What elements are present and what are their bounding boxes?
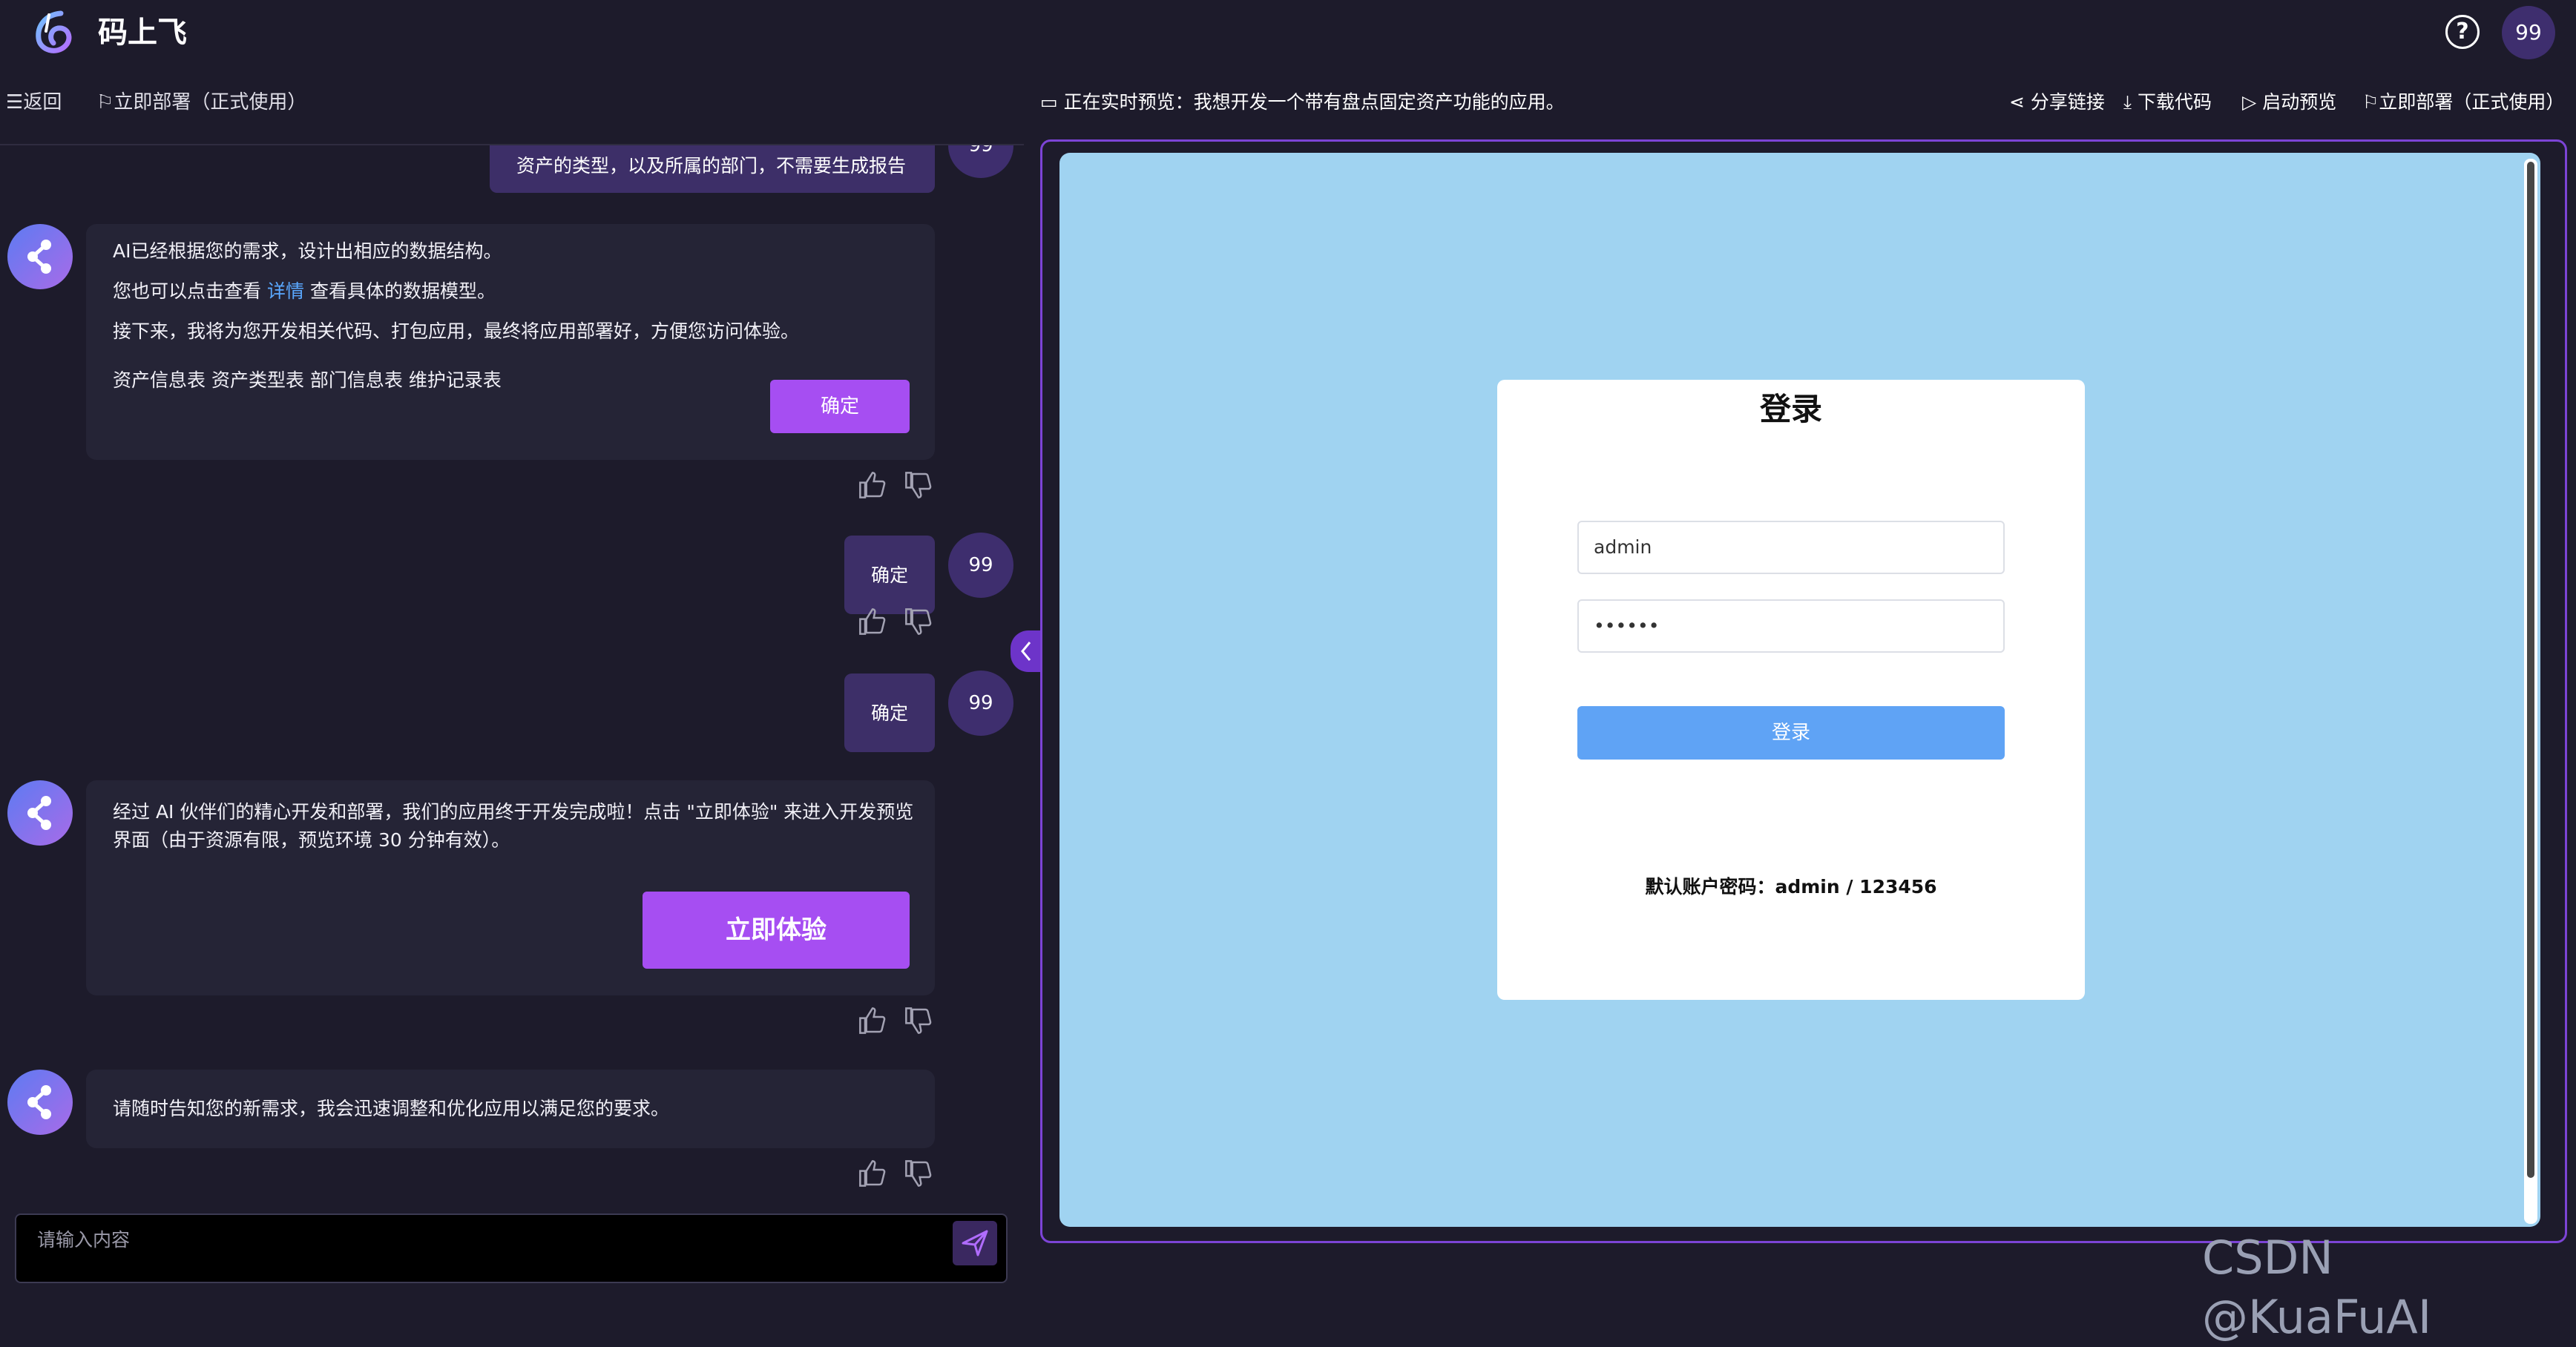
download-icon: ⤓ [2123,91,2132,113]
thumbs-up-icon[interactable] [858,1159,887,1188]
login-button[interactable]: 登录 [1577,706,2005,760]
ai-message-text: 查看具体的数据模型。 [309,280,496,302]
table-list: 资产信息表 资产类型表 部门信息表 维护记录表 [113,369,502,391]
collapse-panel-handle[interactable] [1011,630,1042,672]
share-nodes-icon [27,796,51,830]
ai-avatar [7,1070,73,1135]
ai-message: 经过 AI 伙伴们的精心开发和部署，我们的应用终于开发完成啦！点击 "立即体验"… [86,780,935,995]
share-link-label: 分享链接 [2030,91,2105,113]
flag-icon: ⚐ [96,91,114,113]
user-avatar-chat: 99 [948,533,1013,598]
user-message-text: 确定 [871,564,909,586]
app-logo-icon [36,10,72,53]
thumbs-down-icon[interactable] [904,1006,933,1035]
user-message-text: 确定 [871,702,909,724]
top-bar: 码上飞 ? 99 [0,0,2576,67]
user-avatar-chat: 99 [948,671,1013,736]
details-link[interactable]: 详情 [267,280,304,302]
confirm-button[interactable]: 确定 [770,380,910,433]
user-message: 确定 [844,674,935,752]
user-message: 资产的类型，以及所属的部门，不需要生成报告 [490,145,935,193]
help-icon[interactable]: ? [2445,15,2480,49]
input-placeholder: 请输入内容 [37,1229,131,1251]
watermark: CSDN @KuaFuAI [2202,1231,2432,1344]
ai-message-text: 您也可以点击查看 [113,280,262,302]
login-title: 登录 [1759,391,1822,427]
ai-avatar [7,780,73,846]
play-icon: ▷ [2242,91,2257,113]
menu-icon: ☰ [6,91,24,113]
download-code-label: 下载代码 [2138,91,2212,113]
launch-preview-button[interactable]: ▷ 启动预览 [2242,88,2336,117]
ai-message-text: 请随时告知您的新需求，我会迅速调整和优化应用以满足您的要求。 [113,1098,670,1119]
user-avatar-chat: 99 [948,145,1013,178]
deploy-label-left: 立即部署（正式使用） [114,91,307,113]
thumbs-down-icon[interactable] [904,1159,933,1188]
password-field[interactable]: •••••• [1577,599,2005,653]
preview-status: ▭ 正在实时预览：我想开发一个带有盘点固定资产功能的应用。 [1040,88,1565,117]
chevron-left-icon [1021,642,1031,661]
thumbs-down-icon[interactable] [904,607,933,636]
deploy-label-right: 立即部署（正式使用） [2379,91,2565,113]
ai-message: AI已经根据您的需求，设计出相应的数据结构。 您也可以点击查看 详情 查看具体的… [86,224,935,460]
chat-panel[interactable]: 资产的类型，以及所属的部门，不需要生成报告 99 AI已经根据您的需求，设计出相… [0,145,1024,1199]
ai-message-line: 您也可以点击查看 详情 查看具体的数据模型。 [113,271,496,312]
deploy-button-left[interactable]: ⚐立即部署（正式使用） [96,88,306,117]
ai-message-text: 经过 AI 伙伴们的精心开发和部署，我们的应用终于开发完成啦！点击 "立即体验"… [113,801,914,851]
thumbs-down-icon[interactable] [904,470,933,500]
share-nodes-icon [27,240,51,274]
default-credentials-hint: 默认账户密码：admin / 123456 [1645,876,1937,898]
thumbs-up-icon[interactable] [858,470,887,500]
thumbs-up-icon[interactable] [858,607,887,636]
user-message: 确定 [844,536,935,614]
launch-preview-label: 启动预览 [2262,91,2337,113]
preview-status-text: 正在实时预览：我想开发一个带有盘点固定资产功能的应用。 [1063,91,1565,113]
user-message-text: 资产的类型，以及所属的部门，不需要生成报告 [516,155,907,177]
download-code-button[interactable]: ⤓ 下载代码 [2123,88,2212,117]
share-link-button[interactable]: ⋖ 分享链接 [2009,88,2105,117]
ai-message: 请随时告知您的新需求，我会迅速调整和优化应用以满足您的要求。 [86,1070,935,1148]
app-title: 码上飞 [98,16,187,50]
ai-avatar [7,224,73,289]
ai-message-line: 接下来，我将为您开发相关代码、打包应用，最终将应用部署好，方便您访问体验。 [113,320,800,342]
monitor-icon: ▭ [1040,91,1058,113]
username-field[interactable]: admin [1577,521,2005,574]
deploy-button-right[interactable]: ⚐立即部署（正式使用） [2362,88,2564,117]
try-now-button[interactable]: 立即体验 [643,892,910,969]
flag-icon: ⚐ [2362,91,2379,113]
thumbs-up-icon[interactable] [858,1006,887,1035]
user-avatar[interactable]: 99 [2502,6,2555,59]
send-icon[interactable] [953,1221,997,1265]
ai-message-line: AI已经根据您的需求，设计出相应的数据结构。 [113,240,502,262]
message-input[interactable]: 请输入内容 [15,1213,1008,1283]
share-icon: ⋖ [2009,91,2025,113]
login-card: 登录 admin •••••• 登录 默认账户密码：admin / 123456 [1497,380,2085,1000]
back-button[interactable]: ☰返回 [6,88,62,117]
share-nodes-icon [27,1085,51,1119]
back-label: 返回 [23,91,62,113]
preview-scrollbar-thumb[interactable] [2527,162,2534,1178]
